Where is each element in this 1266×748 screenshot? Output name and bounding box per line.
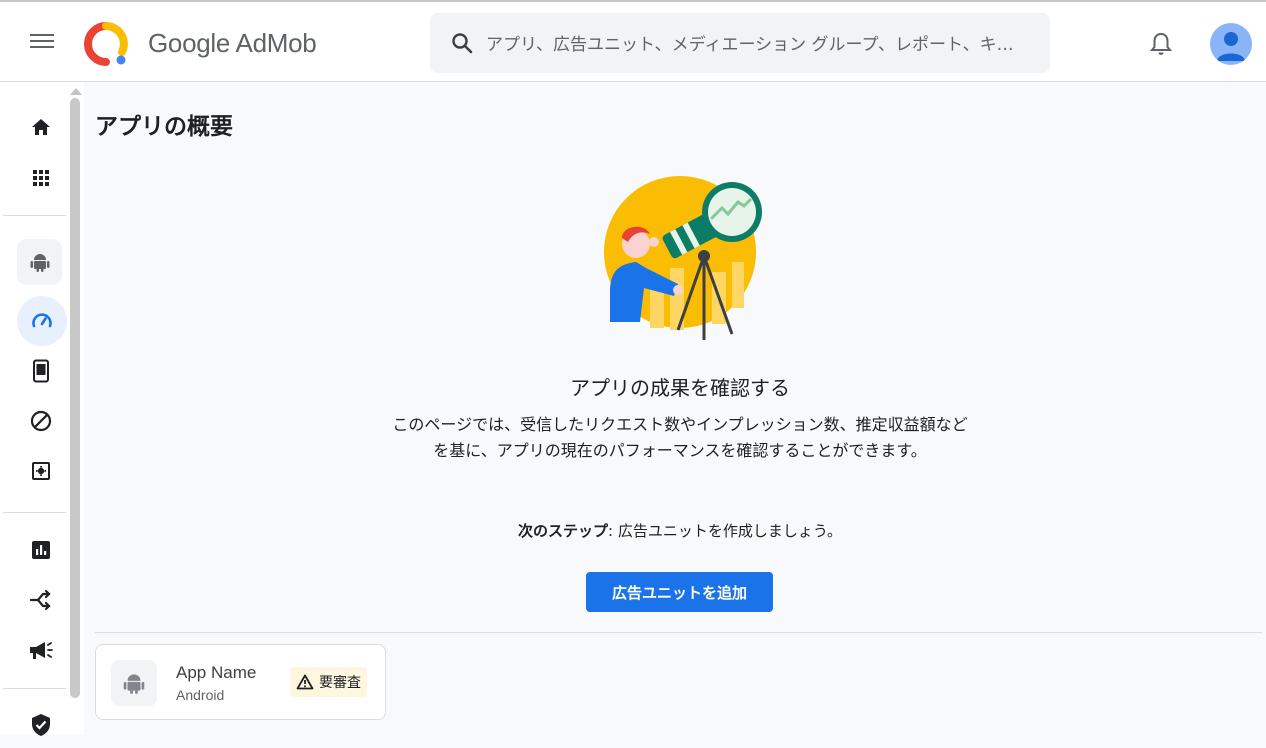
app-icon [111, 660, 157, 706]
search-input[interactable] [484, 31, 1038, 59]
content-divider [95, 632, 1262, 633]
top-app-bar: Google AdMob [0, 0, 1266, 82]
next-step-label: 次のステップ [518, 522, 609, 540]
app-platform: Android [176, 687, 225, 703]
hamburger-menu-icon[interactable] [28, 30, 56, 54]
android-icon [123, 674, 145, 694]
admob-logo[interactable] [84, 22, 128, 66]
nav-mediation[interactable] [17, 577, 65, 623]
mediation-icon [29, 589, 51, 611]
status-badge-label: 要審査 [319, 675, 361, 691]
nav-app-overview[interactable] [17, 296, 67, 346]
person-icon [1217, 32, 1245, 61]
app-card[interactable]: App Name Android 要審査 [95, 644, 386, 720]
scroll-up-arrow-icon[interactable] [70, 88, 82, 95]
next-step-text: 次のステップ: 広告ユニットを作成しましょう。 [380, 520, 980, 541]
campaigns-icon [30, 642, 53, 659]
page-title: アプリの概要 [95, 114, 233, 140]
nav-blocking-controls[interactable] [17, 398, 65, 444]
status-badge[interactable]: 要審査 [290, 667, 367, 697]
blocking-icon [30, 410, 52, 432]
account-avatar[interactable] [1210, 23, 1252, 65]
reports-icon [32, 541, 50, 559]
nav-divider [3, 215, 66, 216]
next-step-instruction: : 広告ユニットを作成しましょう。 [608, 522, 842, 540]
nav-divider [3, 688, 66, 689]
privacy-shield-icon [32, 714, 50, 736]
nav-app-settings[interactable] [17, 448, 65, 494]
empty-state-description: このページでは、受信したリクエスト数やインプレッション数、推定収益額などを基に、… [392, 415, 968, 460]
search-icon [452, 33, 473, 54]
nav-divider [3, 512, 66, 513]
nav-campaigns[interactable] [17, 627, 65, 673]
warning-icon [296, 674, 314, 690]
search-bar[interactable] [430, 13, 1050, 73]
apps-grid-icon [33, 170, 49, 186]
app-name: App Name [176, 663, 257, 682]
notifications-bell-icon[interactable] [1148, 30, 1174, 58]
home-icon [32, 119, 50, 135]
scrollbar-thumb[interactable] [70, 98, 80, 698]
nav-home[interactable] [17, 104, 65, 150]
empty-state-heading: アプリの成果を確認する [570, 376, 790, 400]
brand-name: Google AdMob [148, 28, 317, 58]
app-settings-icon [32, 462, 50, 480]
sidebar-scrollbar[interactable] [70, 88, 82, 698]
telescope-illustration [604, 176, 762, 340]
ad-units-icon [33, 359, 49, 383]
android-icon [30, 254, 49, 272]
overview-gauge-icon [32, 313, 52, 328]
add-ad-unit-button[interactable]: 広告ユニットを追加 [586, 572, 773, 612]
nav-ad-units[interactable] [17, 348, 65, 394]
nav-apps[interactable] [17, 155, 65, 201]
nav-reports[interactable] [17, 527, 65, 573]
nav-android-app[interactable] [17, 239, 62, 285]
nav-privacy[interactable] [17, 702, 65, 748]
